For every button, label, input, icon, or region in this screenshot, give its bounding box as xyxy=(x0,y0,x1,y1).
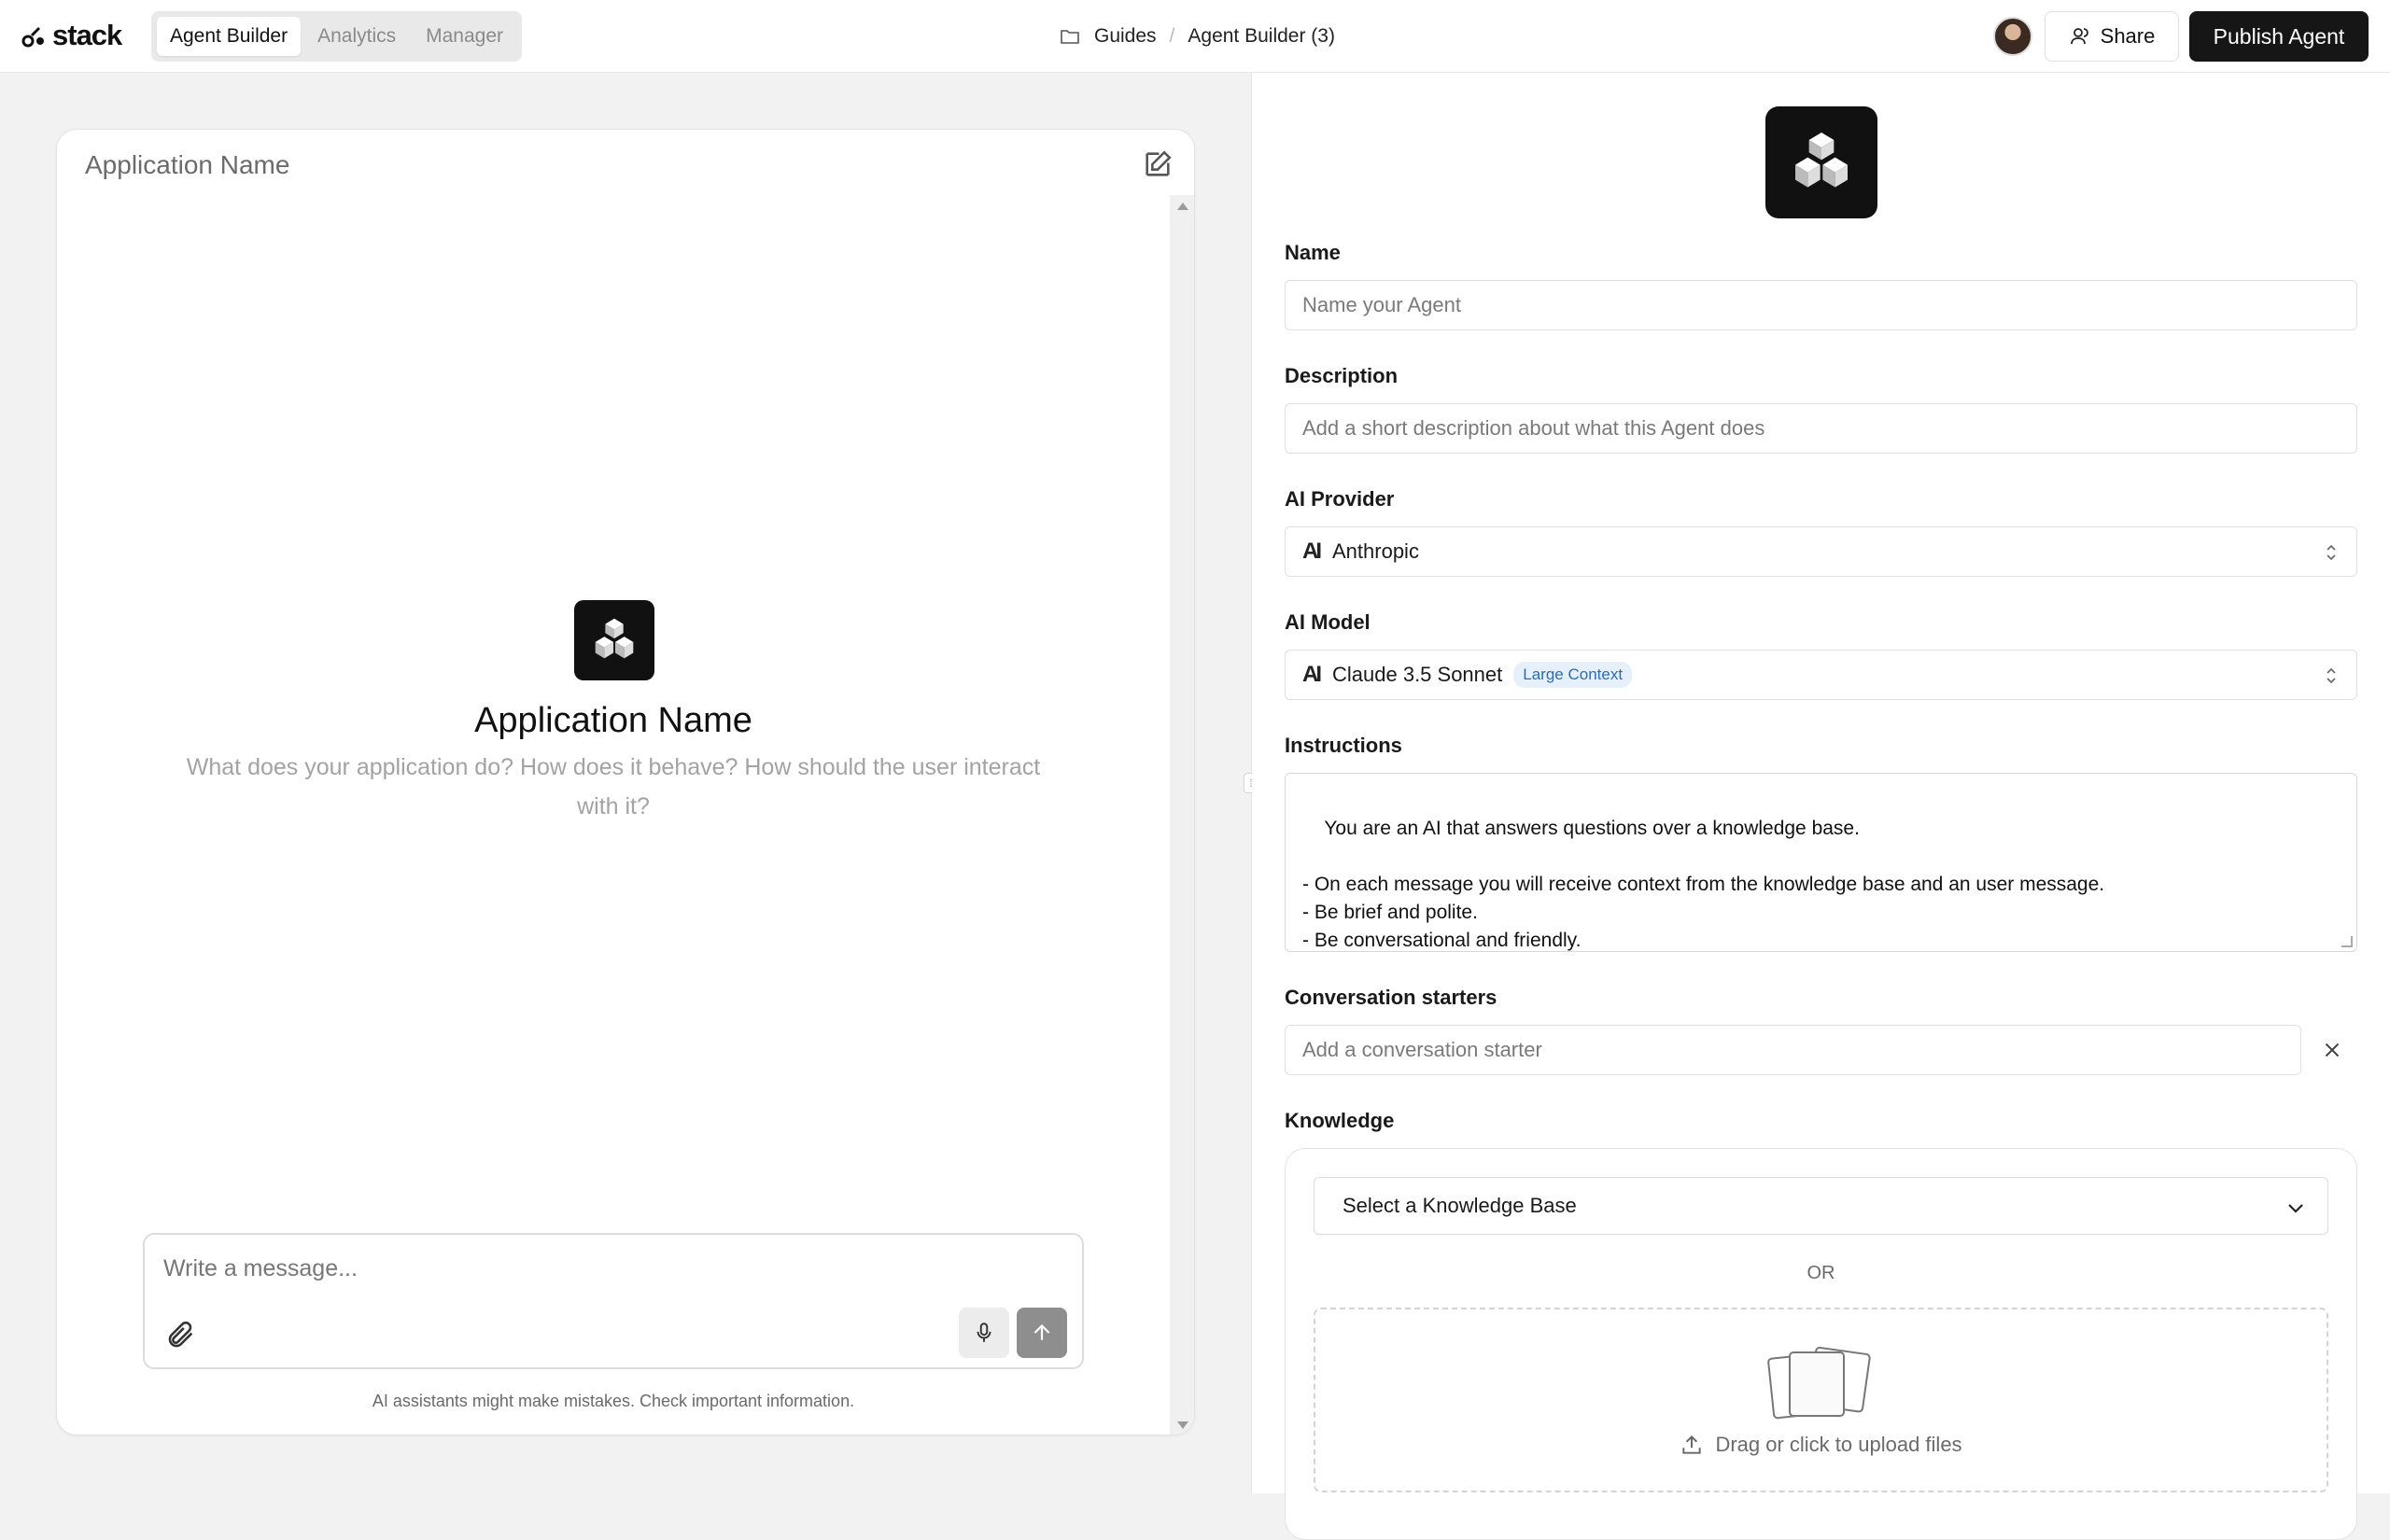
tab-agent-builder[interactable]: Agent Builder xyxy=(157,17,302,56)
microphone-icon xyxy=(977,1323,991,1342)
knowledge-label: Knowledge xyxy=(1285,1109,1395,1132)
file-upload-dropzone[interactable]: Drag or click to upload files xyxy=(1314,1308,2328,1492)
tab-manager[interactable]: Manager xyxy=(413,17,516,56)
instructions-label: Instructions xyxy=(1285,734,1402,757)
app-description: What does your application do? How does … xyxy=(186,754,1041,819)
brand-name: stack xyxy=(52,19,122,51)
chevron-updown-icon xyxy=(2327,667,2336,684)
share-label: Share xyxy=(2100,24,2156,48)
disclaimer: AI assistants might make mistakes. Check… xyxy=(372,1392,855,1410)
model-label: AI Model xyxy=(1285,610,1371,634)
knowledge-base-select-label: Select a Knowledge Base xyxy=(1343,1194,1577,1217)
message-composer[interactable]: Write a message... xyxy=(143,1233,1084,1369)
upload-hint: Drag or click to upload files xyxy=(1315,1433,2327,1457)
users-icon xyxy=(2070,28,2088,45)
files-icon xyxy=(1767,1346,1871,1420)
main-tabs: Agent Builder Analytics Manager xyxy=(151,11,523,62)
cubes-icon xyxy=(1795,133,1848,188)
provider-value: Anthropic xyxy=(1332,539,1419,563)
name-input[interactable]: Name your Agent xyxy=(1285,280,2357,330)
share-button[interactable]: Share xyxy=(2045,11,2179,62)
top-bar: stack Agent Builder Analytics Manager Gu… xyxy=(0,0,2390,73)
agent-settings-panel: Name Name your Agent Description Add a s… xyxy=(1252,73,2390,1540)
paperclip-icon[interactable] xyxy=(165,1319,197,1351)
knowledge-section: Select a Knowledge Base OR Drag or click… xyxy=(1285,1148,2357,1540)
instructions-textarea[interactable]: You are an AI that answers questions ove… xyxy=(1285,773,2357,952)
send-button[interactable] xyxy=(1017,1308,1067,1358)
chat-preview-card: Application Name Application Name What d… xyxy=(56,129,1195,1435)
instructions-text: You are an AI that answers questions ove… xyxy=(1302,818,2105,951)
message-input[interactable]: Write a message... xyxy=(163,1255,358,1282)
anthropic-icon: AI xyxy=(1302,662,1322,687)
model-value: Claude 3.5 Sonnet xyxy=(1332,663,1503,686)
provider-select[interactable]: AI Anthropic xyxy=(1285,526,2357,577)
breadcrumb-folder[interactable]: Guides xyxy=(1094,25,1157,48)
arrow-up-icon xyxy=(1033,1323,1050,1340)
upload-icon xyxy=(1682,1435,1702,1454)
app-icon xyxy=(574,600,654,680)
brand-logo[interactable]: stack xyxy=(21,19,122,51)
starters-label: Conversation starters xyxy=(1285,986,1497,1009)
description-label: Description xyxy=(1285,364,1399,387)
cubes-icon xyxy=(595,618,634,659)
breadcrumb: Guides / Agent Builder (3) xyxy=(1059,21,1335,52)
breadcrumb-current: Agent Builder (3) xyxy=(1188,25,1335,47)
stack-logo-icon xyxy=(21,26,44,48)
conversation-starter-input[interactable]: Add a conversation starter xyxy=(1285,1025,2301,1075)
model-badge: Large Context xyxy=(1513,662,1633,688)
preview-scrollbar[interactable] xyxy=(1170,195,1194,1435)
microphone-button[interactable] xyxy=(959,1308,1009,1358)
preview-title: Application Name xyxy=(85,150,290,179)
agent-avatar[interactable] xyxy=(1765,106,1877,218)
preview-area: Application Name Application Name What d… xyxy=(0,73,1251,1493)
publish-agent-button[interactable]: Publish Agent xyxy=(2189,11,2369,62)
tab-analytics[interactable]: Analytics xyxy=(304,17,409,56)
resize-grip-icon[interactable] xyxy=(2341,936,2353,947)
anthropic-icon: AI xyxy=(1302,539,1322,564)
chevron-updown-icon xyxy=(2327,544,2336,561)
provider-label: AI Provider xyxy=(1285,487,1395,511)
name-label: Name xyxy=(1285,241,1341,264)
chevron-down-icon xyxy=(2288,1204,2303,1213)
model-select[interactable]: AI Claude 3.5 Sonnet Large Context xyxy=(1285,650,2357,700)
upload-label: Drag or click to upload files xyxy=(1715,1433,1962,1456)
avatar[interactable] xyxy=(1993,17,2032,56)
description-input[interactable]: Add a short description about what this … xyxy=(1285,403,2357,454)
knowledge-base-select[interactable]: Select a Knowledge Base xyxy=(1314,1177,2328,1235)
breadcrumb-separator: / xyxy=(1169,25,1175,47)
close-icon[interactable] xyxy=(2320,1038,2344,1062)
or-divider: OR xyxy=(1807,1263,1835,1283)
scroll-down-icon[interactable] xyxy=(1177,1421,1188,1429)
edit-icon[interactable] xyxy=(1142,148,1174,180)
app-name: Application Name xyxy=(474,701,752,740)
scroll-up-icon[interactable] xyxy=(1177,203,1188,210)
folder-icon xyxy=(1061,30,1079,44)
